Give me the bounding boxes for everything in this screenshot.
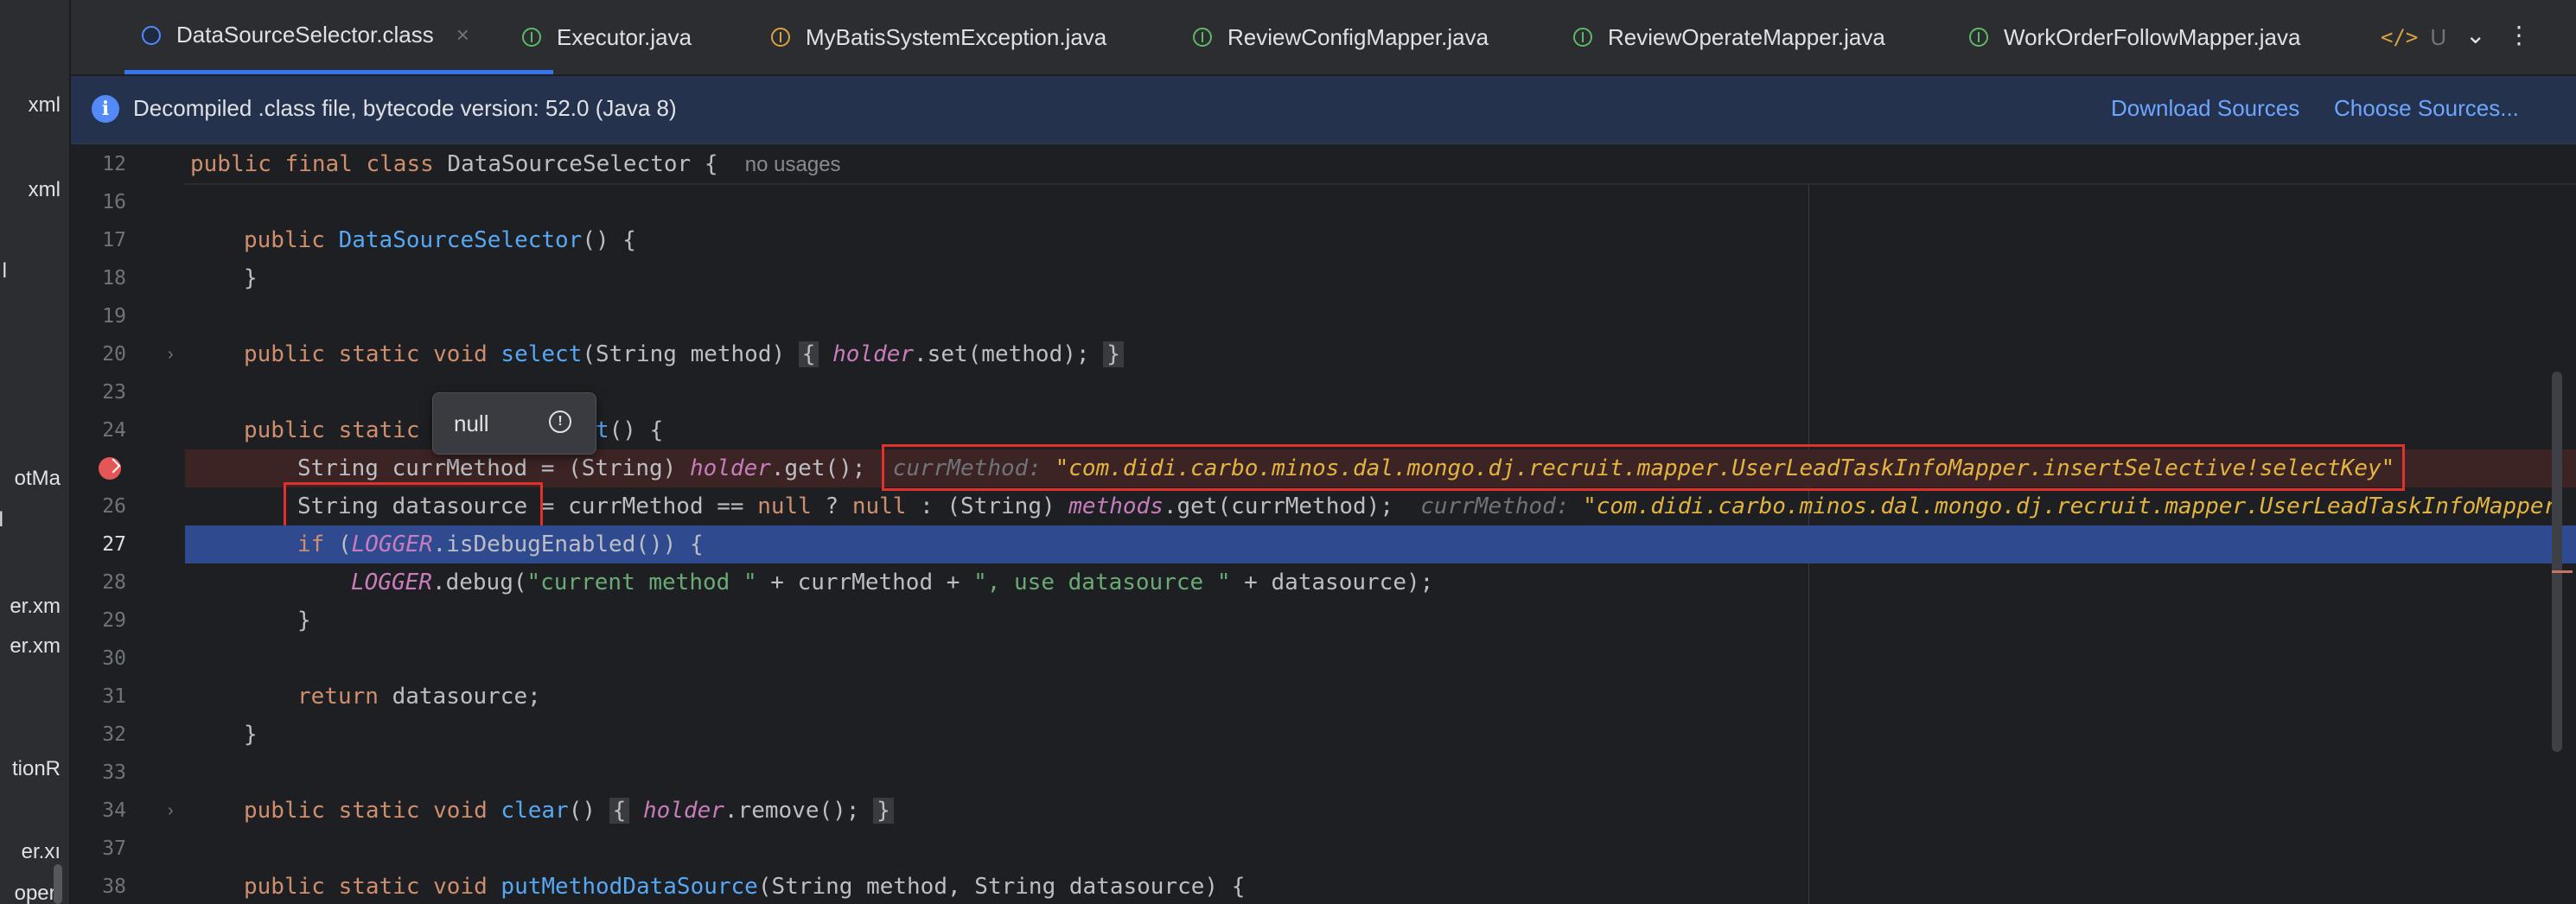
interface-icon [1969,28,1988,47]
decompiled-banner: i Decompiled .class file, bytecode versi… [71,76,2576,144]
info-icon: i [92,95,119,123]
fold-chevron-icon[interactable]: › [168,335,174,373]
line-number: 33 [102,761,126,784]
line-number: 38 [102,875,126,898]
code-line: 16 [71,183,2576,221]
tab-datasourceselector[interactable]: DataSourceSelector.class × [124,0,553,74]
tab-workorderfollowmapper[interactable]: WorkOrderFollowMapper.java [1969,0,2300,74]
code-line: 33 [71,754,2576,792]
tab-html-truncated[interactable]: </> U [2381,0,2446,74]
chevron-down-icon[interactable]: ⌄ [2465,21,2485,49]
usages-hint[interactable]: no usages [745,153,841,176]
line-number: 37 [102,837,126,860]
code-line: 19 [71,297,2576,335]
download-sources-link[interactable]: Download Sources [2111,95,2299,122]
exception-icon [771,28,790,47]
banner-text: Decompiled .class file, bytecode version… [133,95,677,121]
sidebar-item[interactable]: xml [29,93,61,118]
more-menu-icon[interactable]: ⋮ [2507,21,2531,49]
editor-tab-bar: DataSourceSelector.class × Executor.java… [71,0,2576,75]
scroll-marker [2552,570,2573,573]
warning-icon[interactable]: ! [549,411,571,433]
sidebar-item[interactable]: xml [29,178,61,202]
code-editor[interactable]: 12 public final class DataSourceSelector… [71,145,2576,904]
choose-sources-link[interactable]: Choose Sources... [2334,95,2519,122]
editor-scrollbar[interactable] [2552,372,2562,752]
line-number: 34 [102,799,126,822]
code-line: 34 › public static void clear() { holder… [71,792,2576,830]
interface-icon [1573,28,1592,47]
line-number: 19 [102,305,126,328]
line-number: 16 [102,191,126,213]
code-line: 17 public DataSourceSelector() { [71,221,2576,259]
tooltip-value: null [454,411,489,436]
line-number: 12 [102,153,126,175]
line-number: 31 [102,685,126,708]
sidebar-item[interactable]: er.xm [10,634,61,659]
value-tooltip[interactable]: null ! [432,392,596,455]
breakpoint-icon[interactable] [99,457,121,480]
sidebar-item[interactable]: otMa [15,467,61,491]
tab-reviewconfigmapper[interactable]: ReviewConfigMapper.java [1193,0,1489,74]
tab-mybatissystemexception[interactable]: MyBatisSystemException.java [771,0,1106,74]
highlight-box [284,482,543,529]
sidebar-scrollbar[interactable] [54,864,62,904]
code-line: 20 › public static void select(String me… [71,335,2576,373]
tab-label: U [2430,23,2447,50]
line-number: 20 [102,343,126,366]
tab-executor[interactable]: Executor.java [522,0,692,74]
tab-label: ReviewConfigMapper.java [1227,23,1489,50]
tab-label: DataSourceSelector.class [176,22,434,48]
code-line: 32 } [71,716,2576,754]
line-number: 26 [102,495,126,518]
code-line: 29 } [71,602,2576,640]
sidebar-item[interactable]: l [0,508,3,532]
line-number: 27 [102,533,126,556]
close-icon[interactable]: × [456,22,469,48]
line-number: 29 [102,609,126,632]
sidebar-item[interactable]: l [3,259,7,283]
tab-label: ReviewOperateMapper.java [1608,23,1885,50]
debug-inline-value: currMethod: "com.didi.carbo.minos.dal.mo… [1420,493,2558,519]
tab-label: MyBatisSystemException.java [806,23,1107,50]
sidebar-item[interactable]: tionR [12,757,61,781]
code-line: 12 public final class DataSourceSelector… [71,145,2576,183]
code-line: 31 return datasource; [71,678,2576,716]
line-number: 24 [102,419,126,442]
project-sidebar[interactable]: xml xml l otMa l er.xm er.xm tionR er.xı… [0,0,70,904]
tab-reviewoperatemapper[interactable]: ReviewOperateMapper.java [1573,0,1885,74]
code-line: 27 if (LOGGER.isDebugEnabled()) { [71,525,2576,563]
code-line: 38 public static void putMethodDataSourc… [71,868,2576,904]
line-number: 28 [102,571,126,594]
code-line: 37 [71,830,2576,868]
sidebar-item[interactable]: er.xm [10,595,61,619]
interface-icon [522,28,541,47]
line-number: 17 [102,229,126,251]
line-number: 30 [102,647,126,670]
line-number: 32 [102,723,126,746]
interface-icon [1193,28,1212,47]
code-line: 28 LOGGER.debug("current method " + curr… [71,563,2576,602]
highlight-box [882,444,2405,491]
html-icon: </> [2381,25,2419,49]
code-line: 30 [71,640,2576,678]
tab-label: Executor.java [557,23,692,50]
class-icon [142,25,161,45]
fold-chevron-icon[interactable]: › [168,792,174,830]
line-number: 18 [102,267,126,290]
tab-label: WorkOrderFollowMapper.java [2004,23,2301,50]
sidebar-item[interactable]: er.xı [22,840,61,864]
code-line: 18 } [71,259,2576,297]
line-number: 23 [102,381,126,404]
